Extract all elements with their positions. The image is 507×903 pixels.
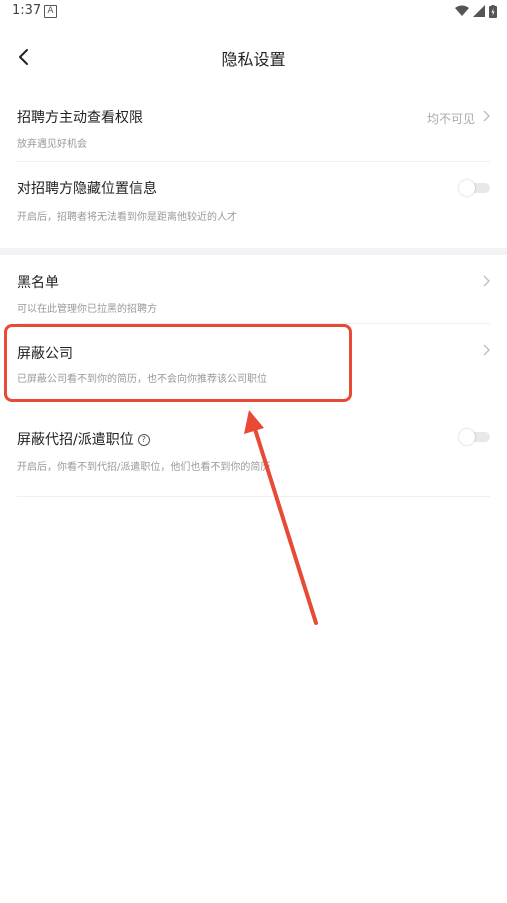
divider — [17, 496, 490, 497]
help-icon[interactable]: ? — [137, 434, 150, 446]
page-title: 隐私设置 — [221, 50, 286, 69]
setting-blacklist[interactable]: 黑名单 可以在此管理你已拉黑的招聘方 — [0, 255, 507, 323]
hide-location-toggle[interactable] — [459, 180, 490, 196]
setting-recruiter-view-permission[interactable]: 招聘方主动查看权限 放弃遇见好机会 均不可见 — [0, 95, 507, 161]
status-icons — [455, 4, 497, 18]
chevron-right-icon — [483, 110, 490, 122]
toggle-knob — [459, 180, 475, 196]
chevron-right-icon — [483, 275, 490, 287]
status-bar: 1:37 A — [0, 0, 507, 22]
highlight-box — [4, 324, 352, 402]
battery-icon — [489, 4, 497, 18]
setting-subtitle: 开启后，你看不到代招/派遣职位，他们也看不到你的简历 — [17, 462, 271, 473]
chevron-right-icon — [483, 344, 490, 356]
signal-icon — [473, 5, 485, 17]
toggle-knob — [459, 429, 475, 445]
setting-title-wrap: 屏蔽代招/派遣职位? — [17, 429, 150, 449]
setting-subtitle: 可以在此管理你已拉黑的招聘方 — [17, 304, 157, 315]
setting-block-agency-jobs: 屏蔽代招/派遣职位? 开启后，你看不到代招/派遣职位，他们也看不到你的简历 — [0, 412, 507, 496]
setting-title: 招聘方主动查看权限 — [17, 110, 143, 126]
wifi-icon — [455, 5, 469, 16]
setting-title: 对招聘方隐藏位置信息 — [17, 181, 157, 197]
setting-title: 屏蔽代招/派遣职位 — [17, 432, 134, 448]
setting-hide-location: 对招聘方隐藏位置信息 开启后，招聘者将无法看到你是距离他较近的人才 — [0, 162, 507, 232]
setting-title: 黑名单 — [17, 275, 59, 291]
block-agency-toggle[interactable] — [459, 429, 490, 445]
section-divider — [0, 248, 507, 255]
setting-value: 均不可见 — [426, 112, 475, 126]
notification-icon: A — [44, 5, 57, 18]
setting-subtitle: 放弃遇见好机会 — [17, 139, 87, 150]
header-bar: 隐私设置 — [0, 38, 507, 78]
status-time: 1:37 — [12, 3, 42, 18]
setting-subtitle: 开启后，招聘者将无法看到你是距离他较近的人才 — [17, 212, 237, 223]
